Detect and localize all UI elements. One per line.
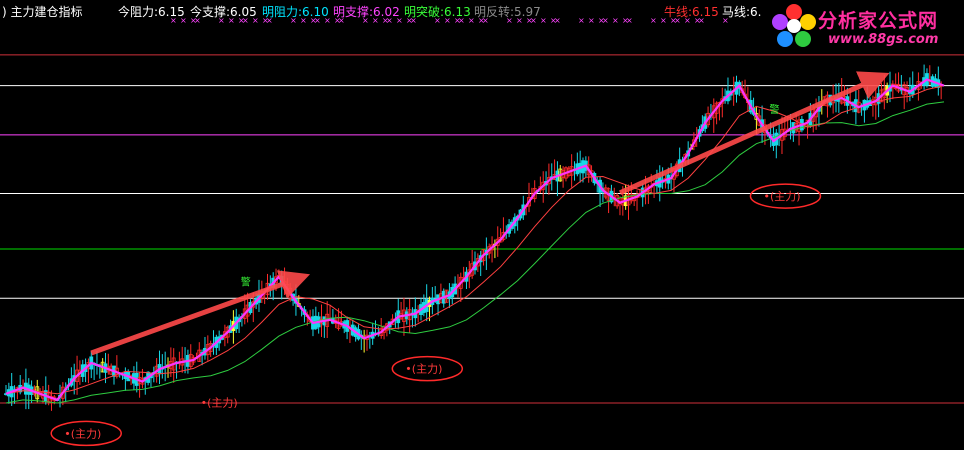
- trend-arrow: [90, 270, 311, 356]
- stat-value: 6.15: [158, 5, 185, 19]
- stat-label: 明支撑:: [333, 5, 374, 19]
- stat-label: 明突破:: [404, 5, 445, 19]
- signal-label: 警: [769, 103, 779, 116]
- stat-label: 牛线:: [664, 5, 693, 19]
- stat-value: 5.97: [514, 5, 541, 19]
- indicator-title: ) 主力建仓指标: [2, 5, 83, 19]
- main-force-label: •(主力): [763, 190, 800, 203]
- stat-value: 6.: [750, 5, 762, 19]
- ma-red-line: [5, 85, 945, 395]
- tomorrow-breakout: 明突破:6.13: [404, 3, 471, 20]
- tomorrow-resistance: 明阻力:6.10: [262, 3, 329, 20]
- signal-label: 警: [241, 276, 251, 289]
- chart-window: × × × × × × × × × × × × × × × × × × × × × × × × × × × × × × × × × × × × × × × ×…: [0, 0, 964, 450]
- today-support: 今支撑:6.05: [190, 3, 257, 20]
- stat-value: 6.13: [444, 5, 471, 19]
- stat-label: 马线:: [722, 5, 751, 19]
- site-logo: 分析家公式网 www.88gs.com: [768, 0, 964, 56]
- horse-line: 马线:6.: [722, 3, 762, 20]
- stat-label: 今阻力:: [118, 5, 159, 19]
- main-force-label: •(主力): [405, 363, 442, 376]
- stat-value: 6.05: [230, 5, 257, 19]
- tomorrow-support: 明支撑:6.02: [333, 3, 400, 20]
- main-force-label: •(主力): [201, 397, 238, 410]
- stat-label: 明反转:: [474, 5, 515, 19]
- logo-url: www.88gs.com: [828, 32, 939, 47]
- stat-value: 6.02: [373, 5, 400, 19]
- stat-value: 6.10: [302, 5, 329, 19]
- stat-label: 今支撑:: [190, 5, 231, 19]
- stat-label: 明阻力:: [262, 5, 303, 19]
- stat-value: 6.15: [692, 5, 719, 19]
- logo-title: 分析家公式网: [818, 10, 939, 32]
- flower-logo-icon: [772, 4, 816, 47]
- bull-line: 牛线:6.15: [664, 3, 719, 20]
- today-resistance: 今阻力:6.15: [118, 3, 185, 20]
- price-chart: × × ×× × × ×× × ×× × × ×× × ×× × × ×× × ×× × × ×× × ×× × × ×× × ×× ×…: [0, 16, 964, 447]
- main-force-label: •(主力): [64, 427, 101, 440]
- tomorrow-reversal: 明反转:5.97: [474, 3, 541, 20]
